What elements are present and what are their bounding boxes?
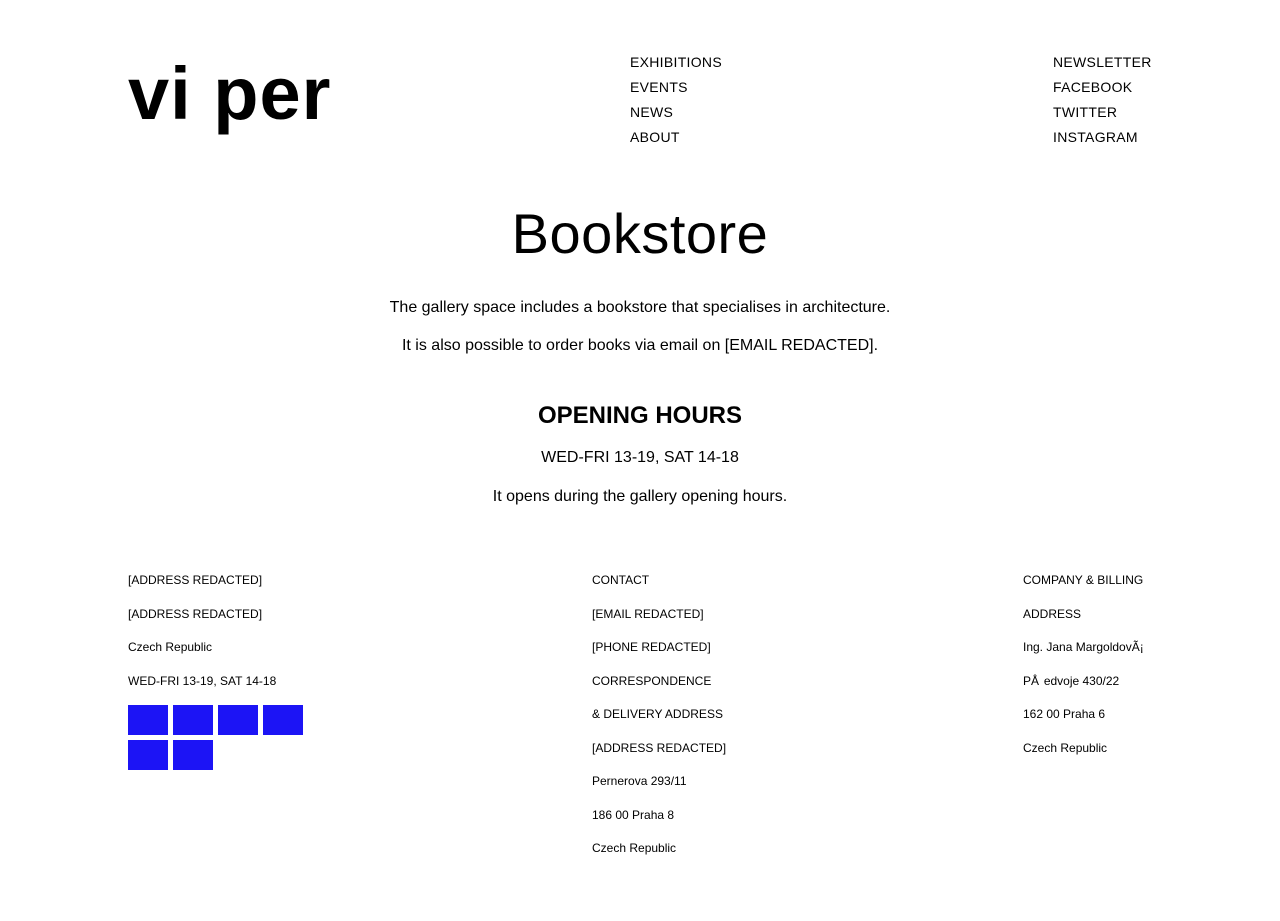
opening-hours: WED-FRI 13-19, SAT 14-18: [541, 449, 739, 466]
footer-email-link[interactable]: [EMAIL REDACTED]: [592, 606, 726, 622]
footer-billing-country: Czech Republic: [1023, 740, 1108, 755]
opening-hours-heading: OPENING HOURS: [537, 402, 743, 429]
footer-contact: CONTACT [EMAIL REDACTED] [PHONE REDACTED…: [592, 572, 726, 874]
social-square-icon[interactable]: [128, 705, 168, 735]
nav-twitter[interactable]: TWITTER: [1053, 100, 1152, 125]
nav-facebook[interactable]: FACEBOOK: [1053, 75, 1152, 100]
nav-news[interactable]: NEWS: [630, 100, 722, 125]
footer-address-country: Czech Republic: [128, 640, 213, 654]
footer-contact-heading: CONTACT: [592, 573, 650, 587]
footer-address-line: [ADDRESS REDACTED]: [128, 573, 263, 587]
social-nav: NEWSLETTER FACEBOOK TWITTER INSTAGRAM: [1053, 50, 1152, 150]
main-nav: EXHIBITIONS EVENTS NEWS ABOUT: [630, 50, 722, 150]
social-square-icon[interactable]: [173, 705, 213, 735]
nav-newsletter[interactable]: NEWSLETTER: [1053, 50, 1152, 75]
nav-about[interactable]: ABOUT: [630, 125, 722, 150]
footer-billing-heading: COMPANY & BILLING: [1023, 573, 1144, 587]
order-note: It is also possible to order books via e…: [401, 337, 879, 354]
footer-billing-heading: ADDRESS: [1023, 606, 1082, 621]
social-icons: [128, 705, 308, 775]
footer-contact-country: Czech Republic: [592, 841, 677, 855]
footer-phone: [PHONE REDACTED]: [592, 640, 711, 654]
footer-contact-line: [ADDRESS REDACTED]: [592, 740, 727, 755]
footer-billing-line: PÅ edvoje 430/22: [1023, 673, 1120, 688]
site-logo[interactable]: vi per: [128, 52, 331, 136]
nav-events[interactable]: EVENTS: [630, 75, 722, 100]
footer-address: [ADDRESS REDACTED] [ADDRESS REDACTED] Cz…: [128, 572, 276, 706]
footer-billing: COMPANY & BILLING ADDRESS Ing. Jana Marg…: [1023, 572, 1144, 773]
footer-correspondence-heading: CORRESPONDENCE: [592, 673, 712, 688]
footer-billing-line: Ing. Jana MargoldovÃ¡: [1023, 640, 1144, 654]
social-square-icon[interactable]: [218, 705, 258, 735]
footer-address-line: [ADDRESS REDACTED]: [128, 606, 263, 621]
footer-delivery-heading: & DELIVERY ADDRESS: [592, 707, 723, 721]
footer-contact-line: 186 00 Praha 8: [592, 807, 675, 822]
social-square-icon[interactable]: [263, 705, 303, 735]
nav-instagram[interactable]: INSTAGRAM: [1053, 125, 1152, 150]
footer-contact-line: Pernerova 293/11: [592, 774, 687, 788]
social-square-icon[interactable]: [173, 740, 213, 770]
social-square-icon[interactable]: [128, 740, 168, 770]
footer-billing-line: 162 00 Praha 6: [1023, 707, 1106, 721]
footer-address-hours: WED-FRI 13-19, SAT 14-18: [128, 673, 277, 688]
intro-text: The gallery space includes a bookstore t…: [389, 299, 891, 316]
opening-hours-note: It opens during the gallery opening hour…: [492, 488, 788, 505]
nav-exhibitions[interactable]: EXHIBITIONS: [630, 50, 722, 75]
page-title: Bookstore: [511, 202, 769, 265]
